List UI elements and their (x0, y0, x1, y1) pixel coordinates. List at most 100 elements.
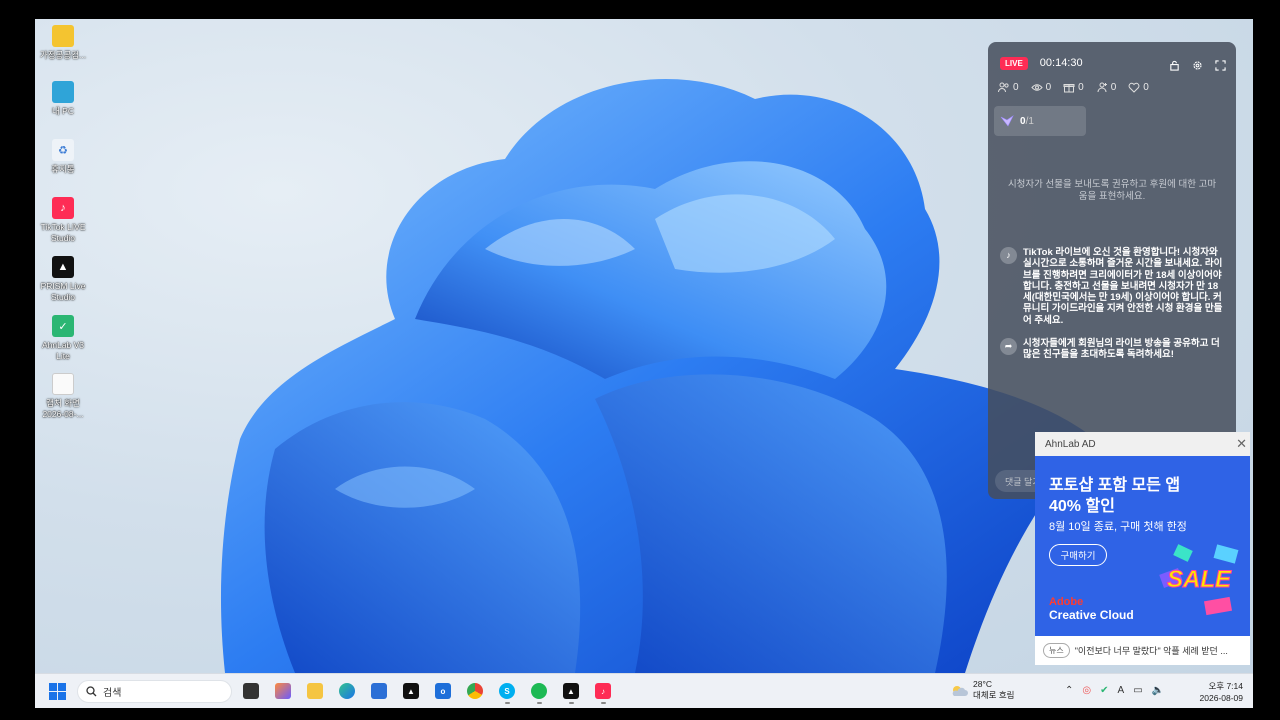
close-icon[interactable]: ✕ (1236, 436, 1247, 452)
desktop-icon-folder[interactable]: 가정공공검... (35, 25, 91, 61)
desktop-icon-label: 휴지통 (51, 164, 75, 174)
clock-time: 오후 7:14 (1208, 681, 1243, 691)
lock-icon[interactable] (1169, 58, 1180, 71)
live-stats: 0 0 0 0 0 (998, 82, 1149, 93)
chrome-app[interactable] (465, 680, 485, 702)
desktop-icon-label: PRISM Live Studio (40, 281, 86, 302)
settings-icon[interactable] (1192, 58, 1203, 70)
taskbar-search[interactable]: 검색 (77, 680, 232, 703)
news-tag: 뉴스 (1043, 643, 1070, 658)
weather-desc: 대체로 흐림 (973, 690, 1015, 700)
sale-graphic: SALE (1159, 544, 1239, 616)
heart-icon (1128, 82, 1140, 93)
taskbar-apps: ▲ o S ▲ ♪ (241, 680, 613, 704)
system-message-text: 시청자들에게 회원님의 라이브 방송을 공유하고 더 많은 친구들을 초대하도록… (1023, 338, 1220, 361)
monitor-icon (52, 81, 74, 103)
weather-temp: 28°C (973, 679, 992, 689)
copilot-icon (275, 683, 291, 699)
cloud-icon (952, 685, 968, 696)
stat-gifts: 0 (1063, 82, 1084, 93)
skype-icon: S (499, 683, 515, 699)
outlook-app[interactable]: o (433, 680, 453, 702)
prism-app[interactable]: ▲ (401, 680, 421, 702)
desktop-icon-label: TikTok LIVE Studio (40, 222, 86, 243)
image-file-icon (52, 373, 74, 395)
prism-icon: ▲ (563, 683, 579, 699)
live-header: LIVE 00:14:30 (1000, 54, 1226, 72)
desktop-icon-prism-live-studio[interactable]: ▲ PRISM Live Studio (35, 256, 91, 303)
ad-brand-adobe: Adobe (1049, 596, 1084, 608)
ad-banner[interactable]: 포토샵 포함 모든 앱 40% 할인 8월 10일 종료, 구매 첫해 한정 구… (1035, 456, 1250, 636)
people-icon (998, 82, 1009, 93)
stat-likes: 0 (1128, 82, 1149, 93)
copilot-app[interactable] (273, 680, 293, 702)
share-icon: ➦ (1000, 338, 1017, 355)
ime-icon[interactable]: A (1118, 685, 1125, 696)
prism-live-app[interactable]: ▲ (561, 680, 581, 704)
tiktok-icon: ♪ (52, 197, 74, 219)
stat-new-followers: 0 (1096, 82, 1117, 93)
minimize-icon[interactable] (1215, 58, 1226, 71)
task-view-app[interactable] (241, 680, 261, 702)
gift-icon (1063, 84, 1075, 93)
stat-likes-value: 0 (1143, 82, 1149, 93)
desktop-icon-tiktok-live-studio[interactable]: ♪ TikTok LIVE Studio (35, 197, 91, 244)
desktop-icon-label: 캡처 화면 2026-08-... (42, 398, 84, 419)
tiktok-live-app[interactable]: ♪ (593, 680, 613, 704)
news-ticker[interactable]: 뉴스 "이전보다 너무 말랐다" 악플 세례 받던 ... (1035, 636, 1250, 665)
skype-app[interactable]: S (497, 680, 517, 704)
network-shield-icon[interactable]: ◎ (1082, 685, 1091, 696)
stat-new-followers-value: 0 (1110, 82, 1117, 93)
add-follower-icon (1097, 82, 1107, 93)
stat-viewers: 0 (998, 82, 1019, 93)
clock[interactable]: 오후 7:14 2026-08-09 (1200, 680, 1243, 704)
display-icon[interactable]: ▭ (1133, 685, 1142, 696)
recycle-bin-icon: ♻ (52, 139, 74, 161)
desktop-icon-ahnlab-v3[interactable]: ✓ AhnLab V3 Lite (35, 315, 91, 362)
search-placeholder: 검색 (103, 688, 122, 699)
buy-button[interactable]: 구매하기 (1049, 544, 1107, 566)
stat-gifts-value: 0 (1078, 82, 1084, 93)
system-message: ➦ 시청자들에게 회원님의 라이브 방송을 공유하고 더 많은 친구들을 초대하… (1000, 338, 1224, 361)
system-message: ♪ TikTok 라이브에 오신 것을 환영합니다! 시청자와 실시간으로 소통… (1000, 247, 1224, 326)
file-explorer-app[interactable] (305, 680, 325, 702)
ad-discount: 40% 할인 (1049, 498, 1115, 515)
spotify-icon (531, 683, 547, 699)
windows-start-icon[interactable] (49, 683, 66, 700)
live-timer: 00:14:30 (1039, 57, 1083, 69)
chevron-up-icon[interactable]: ⌃ (1065, 685, 1073, 696)
taskbar: 검색 ▲ o S ▲ ♪ 28°C 대체로 흐림 ⌃ ◎ ✔ A ▭ 🔈 오후 … (35, 673, 1253, 708)
task-view-icon (243, 683, 259, 699)
weather-widget[interactable]: 28°C 대체로 흐림 (950, 679, 1014, 701)
ad-subline: 8월 10일 종료, 구매 첫해 한정 (1049, 521, 1187, 533)
spotify-app[interactable] (529, 680, 549, 704)
news-headline: "이전보다 너무 말랐다" 악플 세례 받던 ... (1074, 646, 1228, 656)
desktop-icon-label: AhnLab V3 Lite (41, 340, 85, 361)
edge-icon (339, 683, 355, 699)
chrome-icon (467, 683, 483, 699)
folder-icon (307, 683, 323, 699)
sale-text: SALE (1167, 566, 1232, 593)
store-app[interactable] (369, 680, 389, 702)
eye-icon (1030, 84, 1043, 91)
clock-date: 2026-08-09 (1199, 693, 1243, 703)
edge-app[interactable] (337, 680, 357, 702)
desktop-icon-label: 가정공공검... (39, 50, 87, 60)
desktop-icon-screenshot[interactable]: 캡처 화면 2026-08-... (35, 373, 91, 420)
gift-goal-card[interactable]: 0/1 (994, 106, 1086, 136)
outlook-icon: o (435, 683, 451, 699)
ahnlab-icon: ✓ (52, 315, 74, 337)
gift-goal-icon (1000, 114, 1014, 127)
volume-icon[interactable]: 🔈 (1152, 685, 1164, 696)
live-badge: LIVE (1000, 56, 1028, 70)
system-message-text: TikTok 라이브에 오신 것을 환영합니다! 시청자와 실시간으로 소통하며… (1023, 247, 1223, 326)
ahnlab-tray-icon[interactable]: ✔ (1100, 685, 1108, 696)
system-tray: ⌃ ◎ ✔ A ▭ 🔈 (1065, 685, 1164, 696)
search-icon (86, 686, 97, 697)
stat-views-value: 0 (1045, 82, 1052, 93)
prism-icon: ▲ (52, 256, 74, 278)
desktop-icon-recycle-bin[interactable]: ♻ 휴지통 (35, 139, 91, 175)
tiktok-icon: ♪ (595, 683, 611, 699)
ad-header: AhnLab AD (1035, 432, 1250, 456)
desktop-icon-my-pc[interactable]: 내 PC (35, 81, 91, 117)
